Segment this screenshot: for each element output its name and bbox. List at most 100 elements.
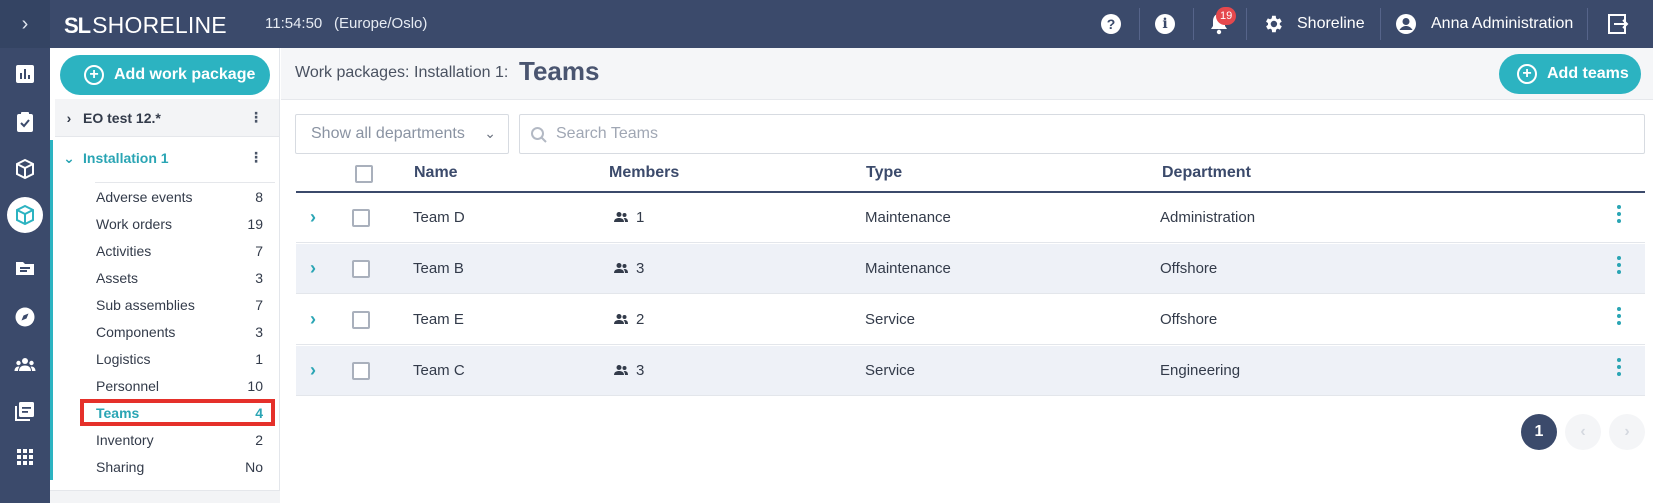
- row-more-icon[interactable]: [1617, 307, 1621, 328]
- sidebar-item-adverse-events[interactable]: Adverse events 8: [80, 183, 275, 210]
- select-all-checkbox[interactable]: [355, 165, 373, 183]
- gear-icon: [1266, 15, 1282, 33]
- brand-logo[interactable]: SL SHORELINE: [64, 12, 227, 39]
- work-package-row-active[interactable]: ⌄ Installation 1 ⋮: [55, 139, 279, 177]
- cube-icon: [16, 158, 34, 180]
- sidebar-item-personnel[interactable]: Personnel 10: [80, 372, 275, 399]
- department-filter-value: Show all departments: [311, 125, 465, 142]
- more-vert-icon[interactable]: ⋮: [249, 109, 263, 126]
- row-more-icon[interactable]: [1617, 205, 1621, 226]
- rail-item-tasks[interactable]: [0, 100, 50, 144]
- sidebar-item-count: 3: [255, 270, 263, 286]
- sidebar-item-label: Assets: [96, 269, 139, 286]
- bar-chart-icon: [16, 65, 34, 83]
- column-header-name[interactable]: Name: [414, 164, 458, 182]
- table-header: Name Members Type Department: [296, 158, 1645, 193]
- info-icon: i: [1155, 14, 1175, 34]
- search-input[interactable]: Search Teams: [519, 114, 1645, 154]
- search-icon: [531, 127, 547, 143]
- chevron-right-icon[interactable]: ›: [310, 360, 316, 381]
- row-checkbox[interactable]: [352, 260, 370, 278]
- rail-item-people[interactable]: [0, 343, 50, 387]
- brand-mark: SL: [64, 12, 91, 38]
- sidebar-item-count: 3: [255, 324, 263, 340]
- row-checkbox[interactable]: [352, 209, 370, 227]
- column-header-department[interactable]: Department: [1162, 164, 1251, 182]
- sidebar-item-sharing[interactable]: Sharing No: [80, 453, 275, 480]
- info-button[interactable]: i: [1147, 0, 1183, 48]
- top-bar: › SL SHORELINE 11:54:50 (Europe/Oslo) ? …: [0, 0, 1653, 48]
- add-teams-button[interactable]: + Add teams: [1499, 54, 1641, 94]
- sidebar-item-teams[interactable]: Teams 4: [80, 399, 275, 426]
- row-more-icon[interactable]: [1617, 358, 1621, 379]
- chevron-right-icon[interactable]: ›: [310, 258, 316, 279]
- sidebar-item-count: 7: [255, 243, 263, 259]
- sidebar-item-count: 2: [255, 432, 263, 448]
- row-more-icon[interactable]: [1617, 256, 1621, 277]
- org-name[interactable]: Shoreline: [1297, 15, 1365, 33]
- row-checkbox[interactable]: [352, 311, 370, 329]
- sidebar-item-inventory[interactable]: Inventory 2: [80, 426, 275, 453]
- chevron-right-icon: ›: [66, 109, 72, 126]
- user-avatar[interactable]: [1393, 0, 1419, 48]
- chevron-right-icon[interactable]: ›: [310, 207, 316, 228]
- rail-item-dashboard[interactable]: [0, 52, 50, 96]
- sidebar-item-work-orders[interactable]: Work orders 19: [80, 210, 275, 237]
- sidebar-item-label: Logistics: [96, 350, 151, 367]
- chevron-right-icon[interactable]: ›: [310, 309, 316, 330]
- sidebar-item-activities[interactable]: Activities 7: [80, 237, 275, 264]
- org-settings-button[interactable]: [1258, 0, 1288, 48]
- breadcrumb-root[interactable]: Work packages:: [295, 64, 409, 82]
- member-count: 2: [636, 311, 645, 328]
- table-row[interactable]: › Team B 3 Maintenance Offshore: [296, 244, 1645, 294]
- rail-item-work-packages[interactable]: [0, 193, 50, 237]
- divider: [1246, 8, 1247, 40]
- plus-circle-icon: +: [84, 65, 104, 85]
- rail-item-explore[interactable]: [0, 295, 50, 339]
- active-package-accent: [50, 140, 53, 480]
- column-header-type[interactable]: Type: [866, 164, 902, 182]
- team-type: Service: [865, 311, 916, 328]
- app-root: › SL SHORELINE 11:54:50 (Europe/Oslo) ? …: [0, 0, 1653, 503]
- member-count: 1: [636, 209, 645, 226]
- rail-item-packages[interactable]: [0, 147, 50, 191]
- nav-rail: [0, 48, 50, 503]
- more-vert-icon[interactable]: ⋮: [249, 149, 263, 166]
- rail-item-apps[interactable]: [0, 435, 50, 479]
- rail-item-reports[interactable]: [0, 389, 50, 433]
- breadcrumb-parent[interactable]: Installation 1:: [414, 64, 508, 82]
- add-work-package-button[interactable]: + Add work package: [60, 55, 270, 95]
- user-name[interactable]: Anna Administration: [1431, 15, 1573, 33]
- next-page-button[interactable]: ›: [1609, 414, 1645, 450]
- member-count: 3: [636, 362, 645, 379]
- row-checkbox[interactable]: [352, 362, 370, 380]
- sidebar-item-components[interactable]: Components 3: [80, 318, 275, 345]
- page-button-current[interactable]: 1: [1521, 414, 1557, 450]
- sidebar-item-logistics[interactable]: Logistics 1: [80, 345, 275, 372]
- column-header-members[interactable]: Members: [609, 164, 679, 182]
- logout-icon: [1608, 14, 1629, 34]
- notifications-button[interactable]: [1201, 0, 1237, 48]
- table-row[interactable]: › Team E 2 Service Offshore: [296, 295, 1645, 345]
- sidebar-item-sub-assemblies[interactable]: Sub assemblies 7: [80, 291, 275, 318]
- expand-rail-button[interactable]: ›: [0, 0, 50, 48]
- table-row[interactable]: › Team D 1 Maintenance Administration: [296, 193, 1645, 243]
- department-filter-select[interactable]: Show all departments ⌄: [295, 114, 509, 154]
- table-row[interactable]: › Team C 3 Service Engineering: [296, 346, 1645, 396]
- chevron-down-icon: ⌄: [484, 125, 496, 141]
- members-icon: [614, 263, 628, 273]
- divider: [1380, 8, 1381, 40]
- work-package-name: EO test 12.*: [83, 109, 161, 126]
- team-type: Maintenance: [865, 209, 951, 226]
- logout-button[interactable]: [1603, 0, 1633, 48]
- rail-item-documents[interactable]: [0, 246, 50, 290]
- help-button[interactable]: ?: [1093, 0, 1129, 48]
- group-icon: [14, 358, 36, 371]
- sidebar-item-count: 10: [247, 378, 263, 394]
- divider: [1587, 8, 1588, 40]
- sidebar-item-label: Activities: [96, 242, 152, 259]
- work-package-row[interactable]: › EO test 12.* ⋮: [55, 99, 279, 137]
- previous-page-button[interactable]: ‹: [1565, 414, 1601, 450]
- sidebar-item-assets[interactable]: Assets 3: [80, 264, 275, 291]
- package-icon: [16, 204, 34, 226]
